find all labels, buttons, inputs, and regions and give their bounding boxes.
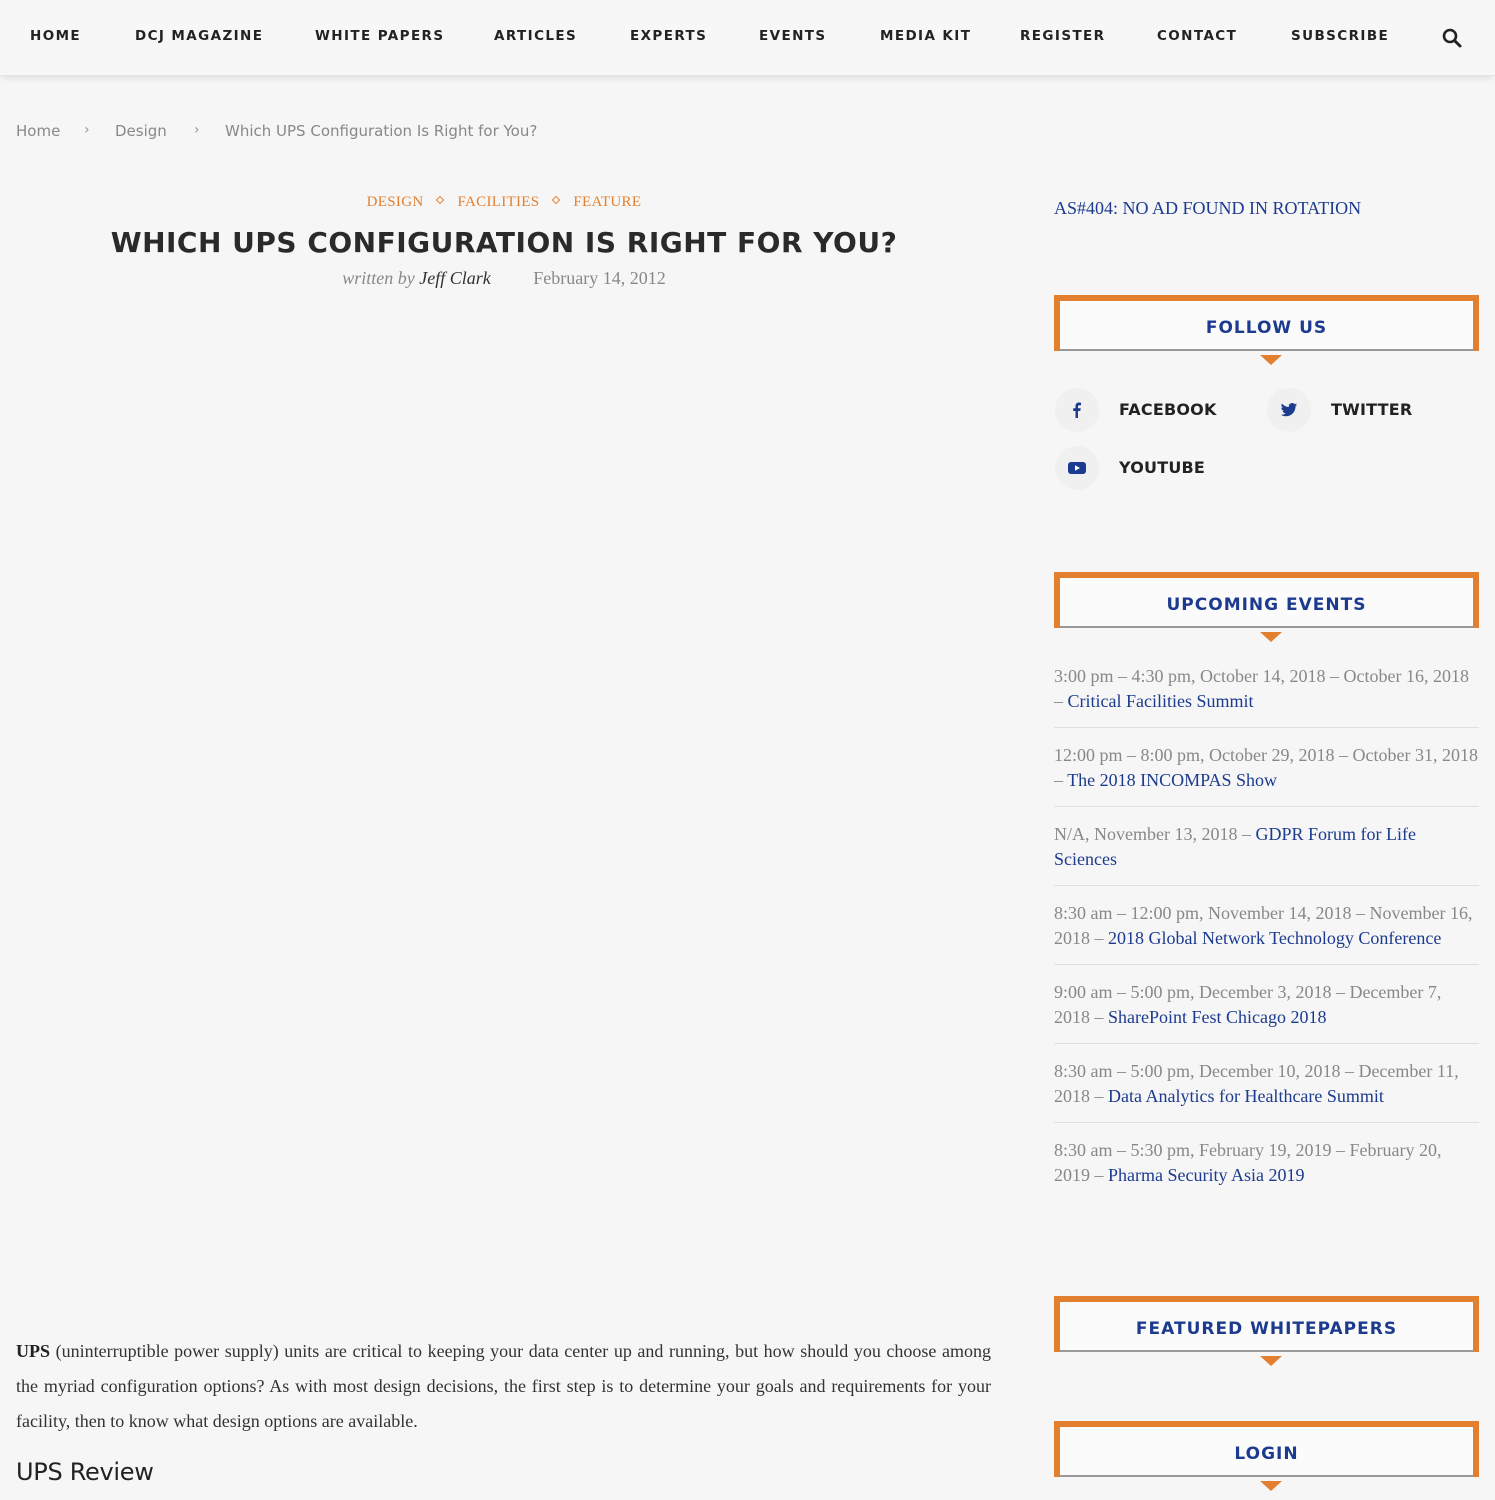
- search-icon: [1442, 28, 1462, 48]
- event-link[interactable]: Critical Facilities Summit: [1068, 691, 1254, 711]
- breadcrumb-current: Which UPS Configuration Is Right for You…: [225, 122, 538, 140]
- twitter-label: TWITTER: [1331, 400, 1413, 419]
- author-link[interactable]: Jeff Clark: [419, 268, 490, 288]
- follow-us-title: FOLLOW US: [1205, 318, 1328, 338]
- category-design[interactable]: DESIGN: [367, 194, 424, 210]
- event-item: 12:00 pm – 8:00 pm, October 29, 2018 – O…: [1054, 741, 1479, 807]
- category-feature[interactable]: FEATURE: [573, 194, 641, 210]
- article-intro: UPS (uninterruptible power supply) units…: [16, 1334, 991, 1439]
- facebook-icon: [1073, 402, 1081, 418]
- login-title: LOGIN: [1234, 1444, 1299, 1464]
- triangle-down-icon: [1260, 1356, 1282, 1366]
- nav-articles[interactable]: ARTICLES: [494, 28, 577, 44]
- featured-whitepapers-title: FEATURED WHITEPAPERS: [1135, 1319, 1398, 1339]
- nav-experts[interactable]: EXPERTS: [630, 28, 707, 44]
- event-item: 8:30 am – 5:30 pm, February 19, 2019 – F…: [1054, 1136, 1479, 1201]
- event-link[interactable]: Pharma Security Asia 2019: [1108, 1165, 1304, 1185]
- event-link[interactable]: Data Analytics for Healthcare Summit: [1108, 1086, 1384, 1106]
- search-button[interactable]: [1441, 27, 1463, 49]
- event-item: 9:00 am – 5:00 pm, December 3, 2018 – De…: [1054, 978, 1479, 1044]
- login-header: LOGIN: [1054, 1421, 1479, 1491]
- nav-subscribe[interactable]: SUBSCRIBE: [1291, 28, 1389, 44]
- article-title: WHICH UPS CONFIGURATION IS RIGHT FOR YOU…: [110, 226, 898, 259]
- ad-placeholder[interactable]: AS#404: NO AD FOUND IN ROTATION: [1054, 198, 1361, 219]
- nav-media-kit[interactable]: MEDIA KIT: [880, 28, 971, 44]
- event-link[interactable]: SharePoint Fest Chicago 2018: [1108, 1007, 1327, 1027]
- top-navbar: HOME DCJ MAGAZINE WHITE PAPERS ARTICLES …: [0, 0, 1495, 76]
- triangle-down-icon: [1260, 632, 1282, 642]
- intro-bold-term: UPS: [16, 1341, 51, 1361]
- upcoming-events-header: UPCOMING EVENTS: [1054, 572, 1479, 642]
- nav-register[interactable]: REGISTER: [1020, 28, 1105, 44]
- event-link[interactable]: 2018 Global Network Technology Conferenc…: [1108, 928, 1441, 948]
- nav-contact[interactable]: CONTACT: [1157, 28, 1237, 44]
- facebook-label: FACEBOOK: [1119, 400, 1217, 419]
- youtube-icon: [1068, 462, 1086, 474]
- triangle-down-icon: [1260, 1481, 1282, 1491]
- event-item: 8:30 am – 5:00 pm, December 10, 2018 – D…: [1054, 1057, 1479, 1123]
- event-item: 3:00 pm – 4:30 pm, October 14, 2018 – Oc…: [1054, 662, 1479, 728]
- intro-text: (uninterruptible power supply) units are…: [16, 1341, 991, 1431]
- youtube-label: YOUTUBE: [1119, 458, 1206, 477]
- event-link[interactable]: The 2018 INCOMPAS Show: [1067, 770, 1277, 790]
- written-by-label: written by: [342, 268, 415, 288]
- event-item: N/A, November 13, 2018 – GDPR Forum for …: [1054, 820, 1479, 886]
- nav-events[interactable]: EVENTS: [759, 28, 827, 44]
- event-item: 8:30 am – 12:00 pm, November 14, 2018 – …: [1054, 899, 1479, 965]
- upcoming-events-title: UPCOMING EVENTS: [1166, 595, 1367, 615]
- breadcrumb-home[interactable]: Home: [16, 122, 60, 140]
- breadcrumb-design[interactable]: Design: [115, 122, 167, 140]
- twitter-icon: [1280, 403, 1298, 417]
- featured-whitepapers-header: FEATURED WHITEPAPERS: [1054, 1296, 1479, 1366]
- nav-home[interactable]: HOME: [30, 28, 81, 44]
- article-meta: written by Jeff Clark February 14, 2012: [0, 268, 1008, 289]
- events-list: 3:00 pm – 4:30 pm, October 14, 2018 – Oc…: [1054, 662, 1479, 1214]
- breadcrumb-separator-icon: ›: [84, 122, 90, 138]
- event-when: N/A, November 13, 2018 –: [1054, 824, 1256, 844]
- follow-us-header: FOLLOW US: [1054, 295, 1479, 365]
- category-separator-icon: [436, 195, 445, 205]
- category-list: DESIGN FACILITIES FEATURE: [0, 194, 1008, 211]
- nav-white-papers[interactable]: WHITE PAPERS: [315, 28, 444, 44]
- category-separator-icon: [552, 195, 561, 205]
- breadcrumb-separator-icon: ›: [194, 122, 200, 138]
- category-facilities[interactable]: FACILITIES: [457, 194, 539, 210]
- section-heading: UPS Review: [16, 1458, 154, 1486]
- publish-date: February 14, 2012: [533, 268, 666, 288]
- triangle-down-icon: [1260, 355, 1282, 365]
- nav-dcj-magazine[interactable]: DCJ MAGAZINE: [135, 28, 263, 44]
